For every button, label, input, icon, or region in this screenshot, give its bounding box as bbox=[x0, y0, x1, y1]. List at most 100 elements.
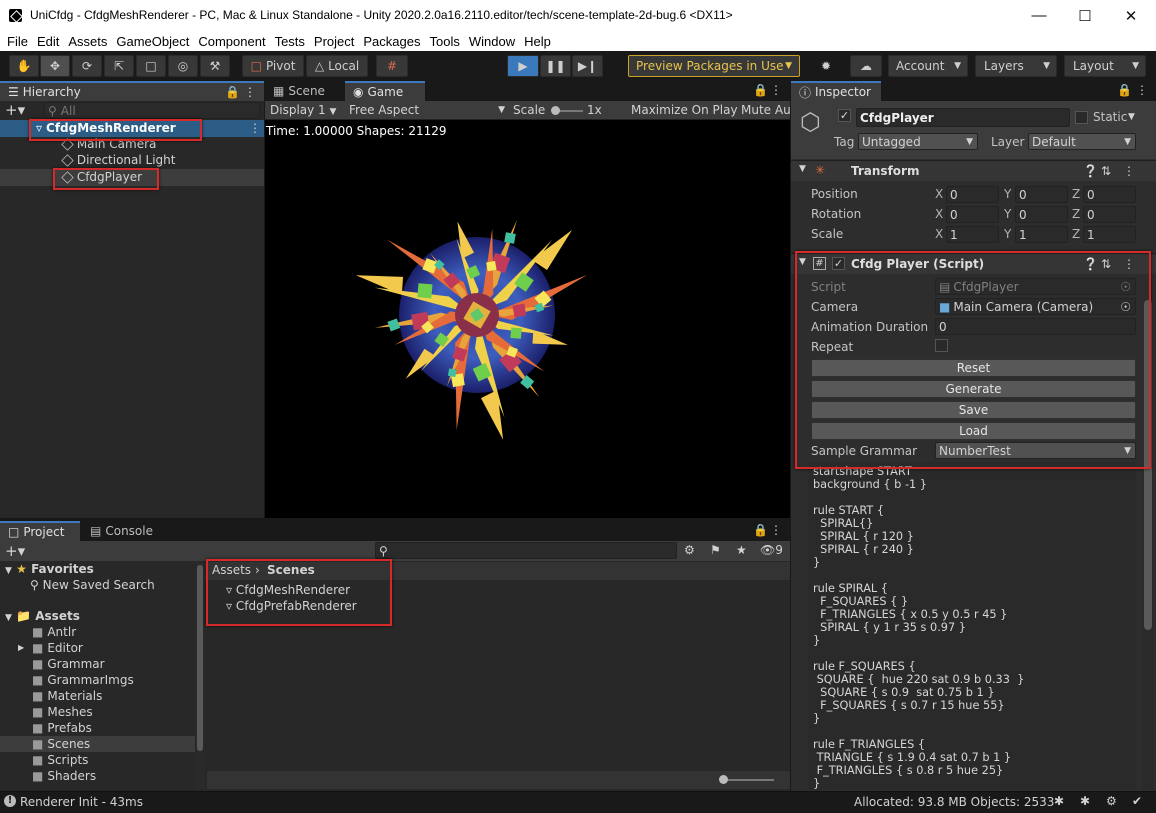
hierarchy-search-input[interactable]: ⚲ All bbox=[44, 102, 260, 119]
menu-assets[interactable]: Assets bbox=[64, 34, 111, 49]
transform-scale-y-input[interactable]: 1 bbox=[1015, 226, 1068, 243]
hierarchy-item-directional-light[interactable]: Directional Light bbox=[61, 153, 176, 167]
minimize-button[interactable]: — bbox=[1016, 0, 1062, 31]
menu-tools[interactable]: Tools bbox=[425, 34, 463, 49]
bug-icon[interactable]: ✱ bbox=[1080, 794, 1090, 808]
foldout-arrow-icon[interactable]: ▼ bbox=[5, 566, 12, 576]
lock-icon[interactable]: 🔒 bbox=[753, 83, 768, 97]
local-toggle[interactable]: △ Local bbox=[306, 55, 368, 77]
rect-tool-icon[interactable]: □ bbox=[136, 55, 166, 77]
icon-size-slider-handle[interactable] bbox=[719, 775, 728, 784]
play-button[interactable]: ▶ bbox=[507, 55, 539, 77]
transform-scale-z-input[interactable]: 1 bbox=[1083, 226, 1136, 243]
foldout-arrow-icon[interactable]: ▶ bbox=[18, 643, 24, 652]
bug-icon[interactable]: ✱ bbox=[1054, 794, 1064, 808]
save-button[interactable]: Save bbox=[811, 401, 1136, 419]
scale-slider-handle[interactable] bbox=[551, 106, 560, 115]
account-dropdown[interactable]: Account ▼ bbox=[888, 55, 968, 77]
foldout-arrow-icon[interactable]: ▼ bbox=[5, 613, 12, 623]
mute-audio-toggle[interactable]: Mute Au bbox=[741, 103, 791, 117]
static-checkbox[interactable] bbox=[1075, 111, 1088, 124]
close-button[interactable]: ✕ bbox=[1108, 0, 1154, 31]
icon-size-slider[interactable] bbox=[722, 779, 774, 781]
transform-rotation-y-input[interactable]: 0 bbox=[1015, 206, 1068, 223]
hidden-packages-icon[interactable]: 👁9 bbox=[760, 543, 783, 557]
folder-scripts[interactable]: ■ Scripts bbox=[0, 752, 195, 768]
repeat-checkbox[interactable] bbox=[935, 339, 948, 352]
transform-position-x-input[interactable]: 0 bbox=[946, 186, 999, 203]
status-message[interactable]: Renderer Init - 43ms bbox=[20, 795, 143, 809]
transform-tool-icon[interactable]: ◎ bbox=[168, 55, 198, 77]
folder-prefabs[interactable]: ■ Prefabs bbox=[0, 720, 195, 736]
menu-icon[interactable]: ⋮ bbox=[244, 85, 256, 99]
menu-gameobject[interactable]: GameObject bbox=[112, 34, 193, 49]
preset-icon[interactable]: ⇅ bbox=[1101, 164, 1111, 178]
file-cfdgprefabrenderer[interactable]: ▿ CfdgPrefabRenderer bbox=[226, 599, 357, 613]
maximize-on-play-toggle[interactable]: Maximize On Play bbox=[631, 103, 738, 117]
sample-grammar-dropdown[interactable]: NumberTest ▼ bbox=[935, 442, 1136, 459]
help-icon[interactable]: ❔ bbox=[1083, 164, 1098, 178]
transform-rotation-x-input[interactable]: 0 bbox=[946, 206, 999, 223]
tab-game[interactable]: ◉ Game bbox=[345, 81, 425, 101]
rotate-tool-icon[interactable]: ⟳ bbox=[72, 55, 102, 77]
menu-file[interactable]: File bbox=[3, 34, 32, 49]
collab-icon[interactable]: ✹ bbox=[814, 55, 838, 77]
transform-position-z-input[interactable]: 0 bbox=[1083, 186, 1136, 203]
menu-help[interactable]: Help bbox=[520, 34, 555, 49]
foldout-arrow-icon[interactable]: ▼ bbox=[799, 164, 806, 174]
camera-field[interactable]: ■ Main Camera (Camera) ☉ bbox=[935, 298, 1136, 315]
pivot-toggle[interactable]: □ Pivot bbox=[242, 55, 304, 77]
tag-dropdown[interactable]: Untagged ▼ bbox=[858, 133, 978, 150]
breadcrumb-scenes[interactable]: Scenes bbox=[267, 563, 315, 577]
preview-packages-button[interactable]: Preview Packages in Use ▼ bbox=[628, 55, 800, 77]
transform-rotation-z-input[interactable]: 0 bbox=[1083, 206, 1136, 223]
component-menu-icon[interactable]: ⋮ bbox=[1123, 164, 1135, 178]
hand-tool-icon[interactable]: ✋ bbox=[9, 55, 39, 77]
new-saved-search[interactable]: ⚲ New Saved Search bbox=[30, 578, 155, 592]
lock-icon[interactable]: 🔒 bbox=[753, 523, 768, 537]
folder-scenes[interactable]: ■ Scenes bbox=[0, 736, 195, 752]
menu-icon[interactable]: ⋮ bbox=[770, 83, 782, 97]
folder-meshes[interactable]: ■ Meshes bbox=[0, 704, 195, 720]
reset-button[interactable]: Reset bbox=[811, 359, 1136, 377]
hierarchy-item-main-camera[interactable]: Main Camera bbox=[61, 137, 156, 151]
menu-icon[interactable]: ⋮ bbox=[770, 523, 782, 537]
assets-root[interactable]: ▼ 📁 Assets bbox=[5, 609, 80, 623]
lock-icon[interactable]: 🔒 bbox=[225, 85, 240, 99]
aspect-dropdown[interactable]: Free Aspect ▼ bbox=[349, 103, 505, 117]
file-cfdgmeshrenderer[interactable]: ▿ CfdgMeshRenderer bbox=[226, 583, 350, 597]
component-enabled-checkbox[interactable]: ✓ bbox=[832, 257, 845, 270]
object-picker-icon[interactable]: ☉ bbox=[1120, 300, 1131, 314]
menu-project[interactable]: Project bbox=[310, 34, 358, 49]
tab-console[interactable]: ▤ Console bbox=[82, 521, 162, 541]
step-button[interactable]: ▶❙ bbox=[572, 55, 603, 77]
scale-tool-icon[interactable]: ⇱ bbox=[104, 55, 134, 77]
move-tool-icon[interactable]: ✥ bbox=[40, 55, 70, 77]
menu-packages[interactable]: Packages bbox=[359, 34, 424, 49]
active-checkbox[interactable]: ✓ bbox=[838, 109, 851, 122]
add-icon[interactable]: +▾ bbox=[5, 101, 25, 119]
object-name-field[interactable]: CfdgPlayer bbox=[856, 108, 1070, 127]
animation-duration-input[interactable]: 0 bbox=[935, 318, 1136, 335]
display-dropdown[interactable]: Display 1 ▼ bbox=[270, 103, 336, 117]
foldout-arrow-icon[interactable]: ▼ bbox=[799, 257, 806, 267]
tab-inspector[interactable]: ⓘ Inspector bbox=[791, 81, 881, 101]
menu-window[interactable]: Window bbox=[465, 34, 519, 49]
folder-grammarimgs[interactable]: ■ GrammarImgs bbox=[0, 672, 195, 688]
transform-header[interactable]: ▼ ✳ Transform ❔ ⇅ ⋮ bbox=[791, 160, 1156, 181]
custom-tool-icon[interactable]: ⚒ bbox=[200, 55, 230, 77]
grammar-code-area[interactable]: startshape START background { b -1 } rul… bbox=[808, 462, 1136, 790]
folder-grammar[interactable]: ■ Grammar bbox=[0, 656, 195, 672]
favorites-section[interactable]: ▼ ★ Favorites bbox=[5, 562, 94, 576]
add-icon[interactable]: +▾ bbox=[5, 542, 25, 560]
transform-position-y-input[interactable]: 0 bbox=[1015, 186, 1068, 203]
folder-scrollbar-thumb[interactable] bbox=[197, 565, 203, 751]
tab-project[interactable]: □ Project bbox=[0, 521, 80, 541]
folder-antlr[interactable]: ■ Antlr bbox=[0, 624, 195, 640]
help-icon[interactable]: ❔ bbox=[1083, 257, 1098, 271]
lock-icon[interactable]: 🔒 bbox=[1117, 83, 1132, 97]
menu-icon[interactable]: ⋮ bbox=[1136, 83, 1148, 97]
filter-by-label-icon[interactable]: ⚑ bbox=[710, 543, 721, 557]
layer-dropdown[interactable]: Default ▼ bbox=[1028, 133, 1136, 150]
inspector-scrollbar-thumb[interactable] bbox=[1144, 300, 1152, 630]
